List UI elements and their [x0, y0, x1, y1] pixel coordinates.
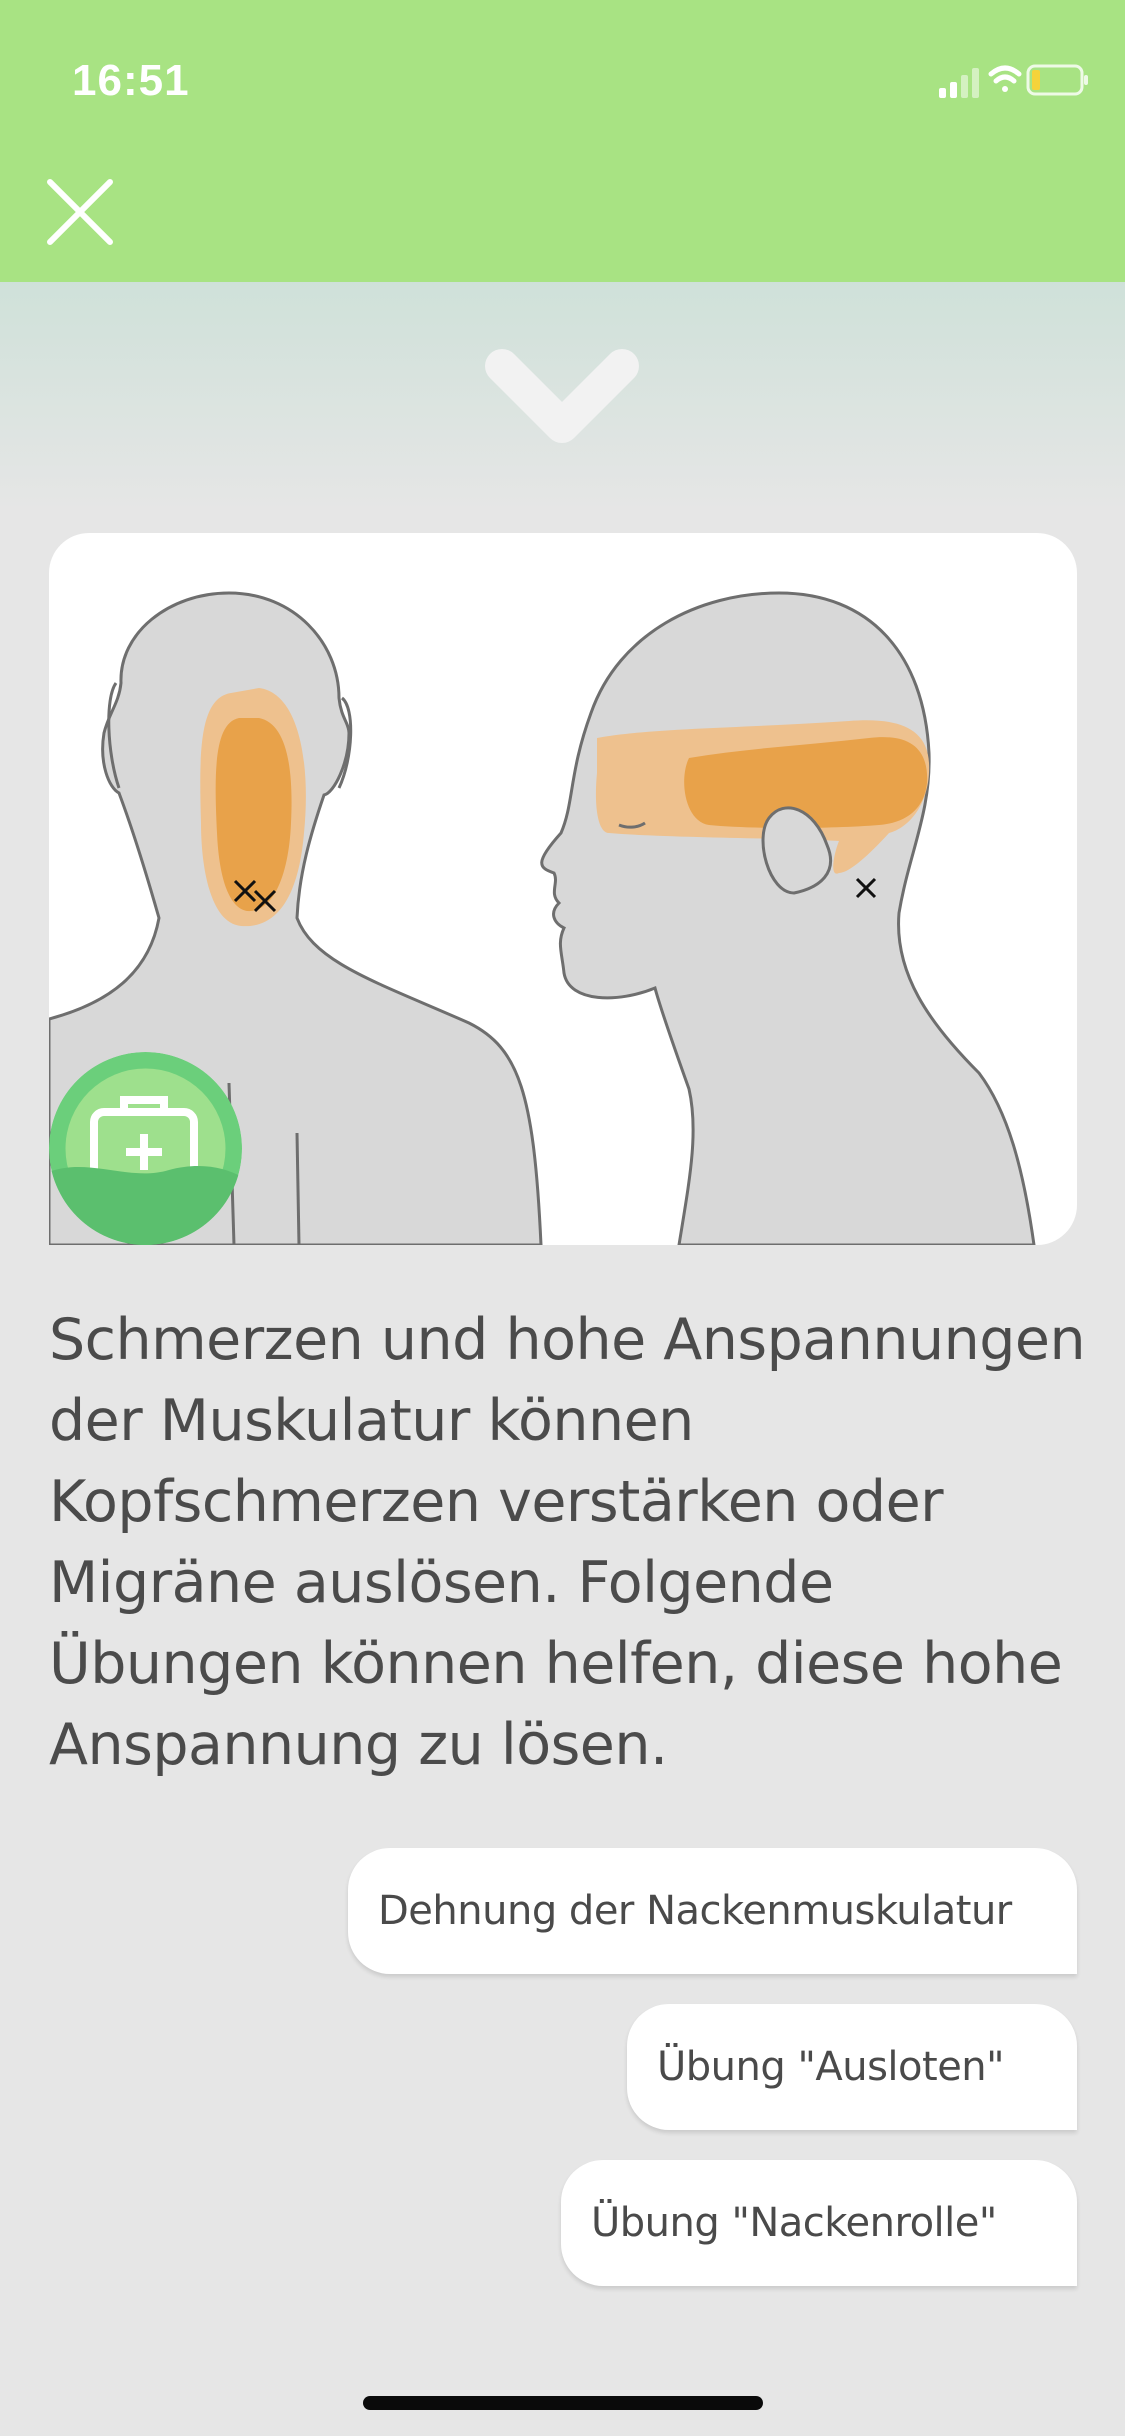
close-icon[interactable] — [44, 176, 116, 248]
reply-option-ausloten[interactable]: Übung "Ausloten" — [627, 2004, 1077, 2130]
home-indicator — [363, 2396, 763, 2410]
status-time: 16:51 — [72, 56, 190, 105]
wifi-icon — [988, 65, 1022, 92]
head-side-view — [540, 591, 1036, 1245]
battery-icon — [1026, 64, 1088, 96]
first-aid-kit-icon — [49, 1052, 242, 1245]
top-bar: 16:51 — [0, 0, 1125, 282]
reply-option-dehnung[interactable]: Dehnung der Nackenmuskulatur — [348, 1848, 1077, 1974]
bot-message: Schmerzen und hohe Anspannungen der Musk… — [49, 1307, 1086, 1778]
status-icons — [939, 64, 1088, 98]
signal-icon — [939, 68, 979, 98]
chevron-down-icon[interactable] — [484, 344, 640, 456]
reply-option-nackenrolle[interactable]: Übung "Nackenrolle" — [561, 2160, 1077, 2286]
